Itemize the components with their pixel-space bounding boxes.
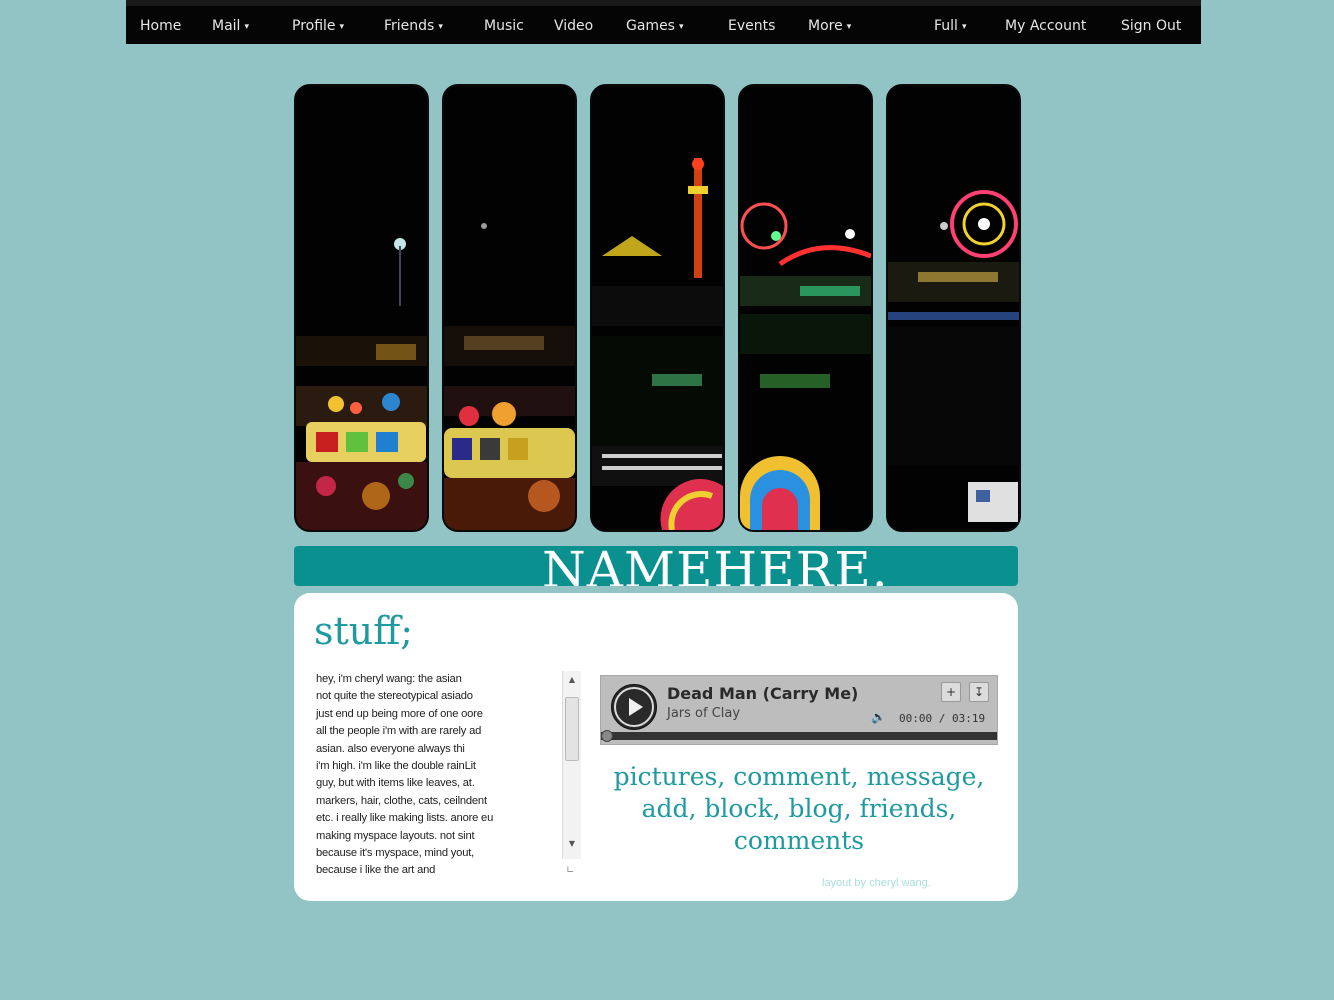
chevron-down-icon: ▾ [846,22,852,32]
about-me-text: hey, i'm cheryl wang: the asian not quit… [316,673,494,877]
link-comment[interactable]: comment, [733,762,858,791]
chevron-down-icon: ▾ [244,22,249,32]
resize-handle-icon[interactable]: ∟ [566,865,574,876]
layout-credit: layout by cheryl wang. [822,877,931,889]
link-message[interactable]: message, [867,762,985,791]
link-comments[interactable]: comments [734,826,864,855]
nav-profile[interactable]: Profile ▾ [292,18,344,34]
about-me-scrollbox[interactable]: hey, i'm cheryl wang: the asian not quit… [314,671,582,879]
play-button[interactable] [611,684,657,730]
name-banner: NAMEHERE. [294,546,1018,586]
nav-full[interactable]: Full ▾ [934,18,966,34]
link-friends[interactable]: friends, [860,794,957,823]
plus-icon[interactable]: + [941,682,961,702]
music-player: Dead Man (Carry Me) Jars of Clay + ↧ 🔊 0… [600,675,998,745]
link-blog[interactable]: blog, [789,794,852,823]
scrollbar-thumb[interactable] [565,697,579,761]
nav-home[interactable]: Home [140,18,181,34]
progress-knob[interactable] [601,730,613,742]
chevron-down-icon: ▾ [438,22,443,32]
nav-music[interactable]: Music [484,18,524,34]
scroll-down-icon[interactable]: ▼ [563,839,581,848]
nav-events[interactable]: Events [728,18,775,34]
chevron-down-icon: ▾ [678,22,684,32]
photo-strip-4 [738,84,873,532]
chevron-down-icon: ▾ [339,22,345,32]
nav-more[interactable]: More ▾ [808,18,851,34]
download-icon[interactable]: ↧ [969,682,989,702]
link-add[interactable]: add, [642,794,697,823]
link-pictures[interactable]: pictures, [614,762,726,791]
photo-strip-3 [590,84,725,532]
nav-games[interactable]: Games ▾ [626,18,684,34]
photo-strip-1 [294,84,429,532]
nav-friends[interactable]: Friends ▾ [384,18,443,34]
section-heading: stuff; [314,609,414,653]
contact-links: pictures, comment, message, add, block, … [600,761,998,857]
link-block[interactable]: block, [704,794,780,823]
scrollbar[interactable]: ▲ ▼ [562,671,581,859]
chevron-down-icon: ▾ [961,22,967,32]
playback-time: 00:00 / 03:19 [899,712,986,725]
progress-track[interactable] [601,732,997,740]
photo-strip-5 [886,84,1021,532]
profile-name: NAMEHERE. [542,546,889,586]
scroll-up-icon[interactable]: ▲ [563,675,581,684]
speaker-icon[interactable]: 🔊 [871,710,886,724]
nav-sign-out[interactable]: Sign Out [1121,18,1181,34]
song-title: Dead Man (Carry Me) [667,684,859,703]
nav-video[interactable]: Video [554,18,593,34]
nav-mail[interactable]: Mail ▾ [212,18,249,34]
play-icon [614,687,654,727]
top-navigation-bar: Home Mail ▾ Profile ▾ Friends ▾ Music Video… [126,0,1201,44]
nav-my-account[interactable]: My Account [1005,18,1086,34]
artist-name: Jars of Clay [667,706,741,721]
content-panel: stuff; hey, i'm cheryl wang: the asian n… [294,593,1018,901]
photo-strip-2 [442,84,577,532]
